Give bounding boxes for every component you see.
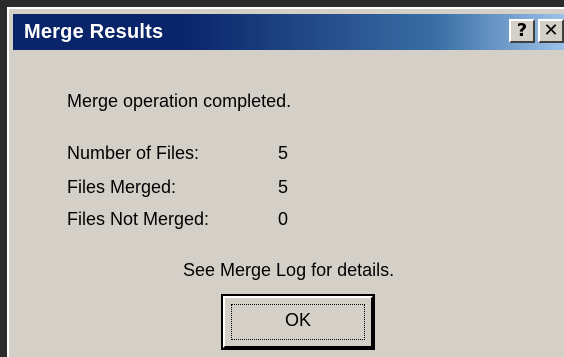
number-of-files-label: Number of Files: <box>67 143 200 163</box>
merge-results-dialog: Merge Results ? ✕ Merge operation comple… <box>7 7 564 357</box>
ok-button[interactable]: OK <box>223 296 373 348</box>
files-merged-label: Files Merged: <box>67 177 177 197</box>
completion-message: Merge operation completed. <box>67 91 292 111</box>
number-of-files-value: 5 <box>278 143 289 163</box>
help-button[interactable]: ? <box>509 19 535 43</box>
help-icon: ? <box>516 20 528 41</box>
window-title: Merge Results <box>24 21 164 43</box>
close-button[interactable]: ✕ <box>538 19 564 43</box>
files-not-merged-value: 0 <box>278 209 289 229</box>
close-icon: ✕ <box>543 20 559 41</box>
files-merged-value: 5 <box>278 177 289 197</box>
focus-rectangle <box>231 304 365 340</box>
merge-log-hint: See Merge Log for details. <box>183 260 395 280</box>
title-bar[interactable]: Merge Results ? ✕ <box>13 14 564 50</box>
desktop-background: Merge Results ? ✕ Merge operation comple… <box>0 0 564 357</box>
files-not-merged-label: Files Not Merged: <box>67 209 210 229</box>
